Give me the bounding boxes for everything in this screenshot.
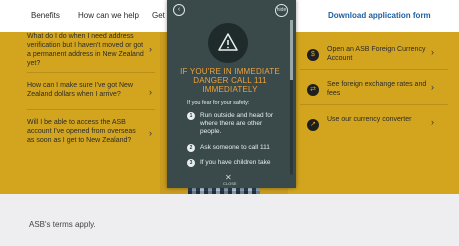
related-link-label: See foreign exchange rates and fees bbox=[327, 81, 427, 97]
related-link-label: Use our currency converter bbox=[327, 116, 412, 123]
close-button[interactable]: ✕ CLOSE bbox=[167, 172, 296, 188]
related-link-label: Open an ASB Foreign Currency Account bbox=[327, 46, 426, 62]
back-icon[interactable]: ‹ bbox=[173, 4, 185, 16]
divider bbox=[27, 109, 155, 110]
related-link-currency-converter[interactable]: ↗ Use our currency converter › bbox=[300, 115, 450, 145]
divider bbox=[300, 69, 448, 70]
currency-icon: $ bbox=[307, 49, 319, 61]
faq-question: Will I be able to access the ASB account… bbox=[27, 119, 136, 144]
step-text: Run outside and head for where there are… bbox=[200, 112, 273, 135]
scrollbar-thumb[interactable] bbox=[290, 20, 293, 80]
faq-question: What do I do when I need address verific… bbox=[27, 33, 144, 67]
divider bbox=[27, 72, 155, 73]
chevron-right-icon: › bbox=[431, 117, 434, 127]
faq-question: How can I make sure I've got New Zealand… bbox=[27, 82, 133, 98]
step-number: 2 bbox=[187, 144, 195, 152]
chevron-right-icon: › bbox=[149, 128, 152, 138]
chevron-right-icon: › bbox=[431, 47, 434, 57]
warning-icon bbox=[208, 23, 248, 63]
scrollbar[interactable] bbox=[290, 20, 293, 175]
step-number: 3 bbox=[187, 159, 195, 167]
related-link-exchange-rates[interactable]: ⇄ See foreign exchange rates and fees › bbox=[300, 80, 450, 110]
chevron-right-icon: › bbox=[431, 82, 434, 92]
nav-link-how-can-we-help[interactable]: How can we help bbox=[78, 11, 139, 20]
chevron-right-icon: › bbox=[149, 44, 152, 54]
faq-item[interactable]: What do I do when I need address verific… bbox=[0, 32, 160, 75]
emergency-overlay: ‹ hide IF YOU'RE IN IMMEDIATE DANGER CAL… bbox=[167, 0, 296, 188]
footer: ASB's terms apply. bbox=[0, 194, 459, 246]
divider bbox=[300, 104, 448, 105]
step-text: Ask someone to call 111 bbox=[200, 144, 270, 151]
close-label: CLOSE bbox=[223, 181, 237, 186]
chevron-right-icon: › bbox=[149, 87, 152, 97]
exchange-icon: ⇄ bbox=[307, 84, 319, 96]
safety-lead-text: If you fear for your safety: bbox=[187, 100, 250, 106]
nav-link-benefits[interactable]: Benefits bbox=[31, 11, 60, 20]
faq-item[interactable]: Will I be able to access the ASB account… bbox=[0, 118, 160, 161]
terms-text: ASB's terms apply. bbox=[29, 220, 96, 229]
converter-icon: ↗ bbox=[307, 119, 319, 131]
download-application-form-link[interactable]: Download application form bbox=[328, 11, 431, 20]
hide-site-icon[interactable]: hide bbox=[275, 4, 288, 17]
step-text: If you have children take bbox=[200, 159, 271, 166]
emergency-heading: IF YOU'RE IN IMMEDIATE DANGER CALL 111 I… bbox=[180, 67, 280, 94]
related-link-foreign-currency-account[interactable]: $ Open an ASB Foreign Currency Account › bbox=[300, 45, 450, 75]
step-number: 1 bbox=[187, 112, 195, 120]
